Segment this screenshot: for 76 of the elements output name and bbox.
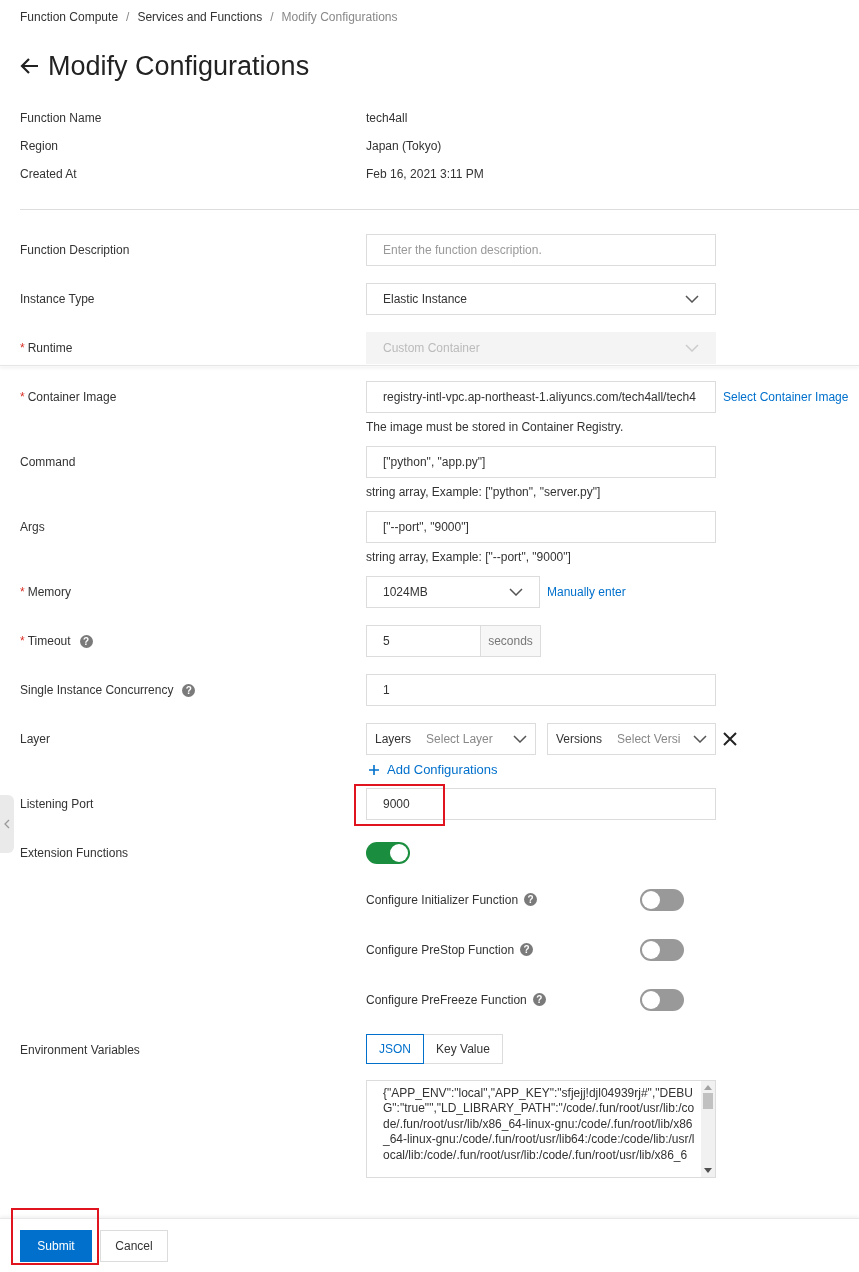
- help-text: string array, Example: ["python", "server.py"]: [366, 485, 602, 499]
- help-text: string array, Example: ["--port", "9000"]: [366, 550, 572, 564]
- field-label: Listening Port: [20, 796, 94, 811]
- field-label: Environment Variables: [20, 1042, 140, 1057]
- field-label: Configure PreFreeze Function: [366, 992, 527, 1007]
- field-label: Runtime: [27, 341, 73, 355]
- help-icon[interactable]: ?: [79, 634, 93, 648]
- text-field[interactable]: 9000: [366, 787, 716, 820]
- breadcrumb-link[interactable]: Function Compute: [20, 10, 119, 24]
- field-label: Instance Type: [20, 292, 95, 306]
- dropdown[interactable]: Elastic Instance: [366, 283, 716, 315]
- submit-button[interactable]: Submit: [20, 1229, 92, 1262]
- dropdown[interactable]: 1024MB: [366, 576, 540, 608]
- help-icon[interactable]: ?: [182, 683, 196, 697]
- field-label: Extension Functions: [20, 845, 129, 860]
- editor-tab[interactable]: JSON: [366, 1033, 424, 1064]
- field-label: Args: [20, 520, 45, 534]
- field-label: Created At: [20, 167, 78, 181]
- field-label: Function Name: [20, 111, 103, 125]
- help-icon[interactable]: ?: [520, 943, 534, 956]
- field-label: Layer: [20, 732, 51, 746]
- field-label: Function Description: [20, 243, 130, 257]
- caret-icon: [685, 295, 699, 303]
- close-icon[interactable]: [723, 732, 737, 746]
- caret-icon: [693, 735, 707, 743]
- field-label: Region: [20, 139, 60, 153]
- add-configuration-link[interactable]: Add Configurations: [369, 762, 498, 777]
- plus-icon: [369, 764, 379, 775]
- toggle-switch[interactable]: [640, 938, 684, 961]
- required-asterisk: *: [20, 634, 25, 648]
- help-icon[interactable]: ?: [532, 993, 546, 1006]
- unit-addon: seconds: [481, 625, 541, 657]
- field-label: Configure PreStop Function: [366, 942, 515, 957]
- scrollbar[interactable]: [701, 1080, 715, 1177]
- help-text: The image must be stored in Container Registry.: [366, 420, 625, 434]
- page-title: Modify Configurations: [48, 50, 310, 82]
- text-field[interactable]: ["--port", "9000"]: [366, 511, 716, 543]
- cancel-button[interactable]: Cancel: [100, 1229, 168, 1262]
- back-arrow-icon[interactable]: [20, 56, 40, 76]
- text-field[interactable]: registry-intl-vpc.ap-northeast-1.aliyuncs.com/tech4all/tech4: [366, 381, 716, 413]
- text-field[interactable]: 5: [366, 625, 481, 657]
- toggle-switch[interactable]: [640, 888, 684, 911]
- required-asterisk: *: [20, 585, 25, 599]
- field-label: Command: [20, 455, 76, 469]
- required-asterisk: *: [20, 341, 25, 355]
- sidebar-collapse-tab[interactable]: [0, 795, 14, 853]
- field-label: Container Image: [27, 390, 117, 404]
- required-asterisk: *: [20, 390, 25, 404]
- text-field[interactable]: ["python", "app.py"]: [366, 446, 716, 478]
- field-value: tech4all: [366, 111, 408, 125]
- field-value: Japan (Tokyo): [366, 139, 442, 153]
- breadcrumb-link[interactable]: Services and Functions: [137, 10, 263, 24]
- field-label: Timeout: [27, 634, 71, 648]
- scroll-up-icon[interactable]: [704, 1084, 712, 1090]
- field-label: Memory: [27, 585, 71, 599]
- toggle-switch[interactable]: [366, 841, 410, 864]
- help-icon[interactable]: ?: [524, 893, 538, 906]
- editor-tab[interactable]: Key Value: [424, 1033, 503, 1064]
- caret-icon: [685, 344, 699, 352]
- scrollbar-thumb[interactable]: [703, 1092, 713, 1109]
- toggle-switch[interactable]: [640, 988, 684, 1011]
- caret-icon: [513, 735, 527, 743]
- field-label: Configure Initializer Function: [366, 892, 519, 907]
- text-field[interactable]: 1: [366, 674, 716, 706]
- field-label: Single Instance Concurrency: [20, 683, 174, 697]
- scroll-down-icon[interactable]: [704, 1167, 712, 1173]
- caret-icon: [509, 588, 523, 596]
- select-image-link[interactable]: Select Container Image: [723, 390, 849, 404]
- chevron-left-icon: [4, 819, 10, 829]
- field-value: Feb 16, 2021 3:11 PM: [366, 167, 484, 181]
- version-dropdown[interactable]: Versions Select Versi: [547, 723, 716, 755]
- breadcrumb-separator: /: [270, 10, 274, 24]
- layer-dropdown[interactable]: Layers Select Layer: [366, 723, 536, 755]
- json-text-area[interactable]: {"APP_ENV":"local","APP_KEY":"sfjejj!djl04939rj#","DEBUG":"true"","LD_LIBRARY_PATH":"/code/.fun/root/usr/lib:/code/.fun/root/usr/lib/x86_64-linux-gnu:/code/.fun/root/lib/x86_64-linux-gnu:/code/.fun/root/usr/lib64:/code:/code/lib:/usr/local/lib:/code/.fun/root/usr/lib:/code/.fun/root/usr/lib/x86_6: [366, 1079, 716, 1178]
- breadcrumb-separator: /: [126, 10, 130, 24]
- manual-entry-link[interactable]: Manually enter: [547, 585, 626, 599]
